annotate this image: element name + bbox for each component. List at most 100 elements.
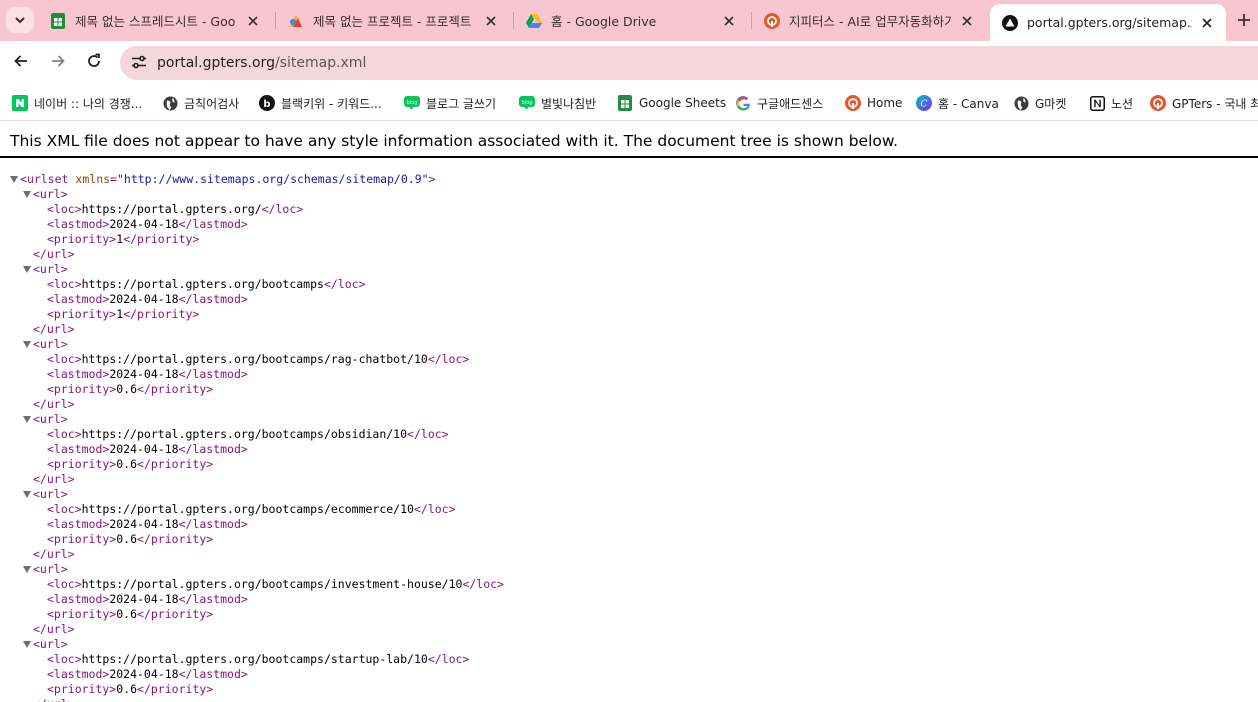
xml-tag: </priority> bbox=[123, 307, 200, 321]
tab-project[interactable]: 제목 없는 프로젝트 - 프로젝트 bbox=[276, 6, 510, 35]
close-icon[interactable] bbox=[482, 12, 500, 30]
xml-style-notice: This XML file does not appear to have an… bbox=[10, 132, 899, 150]
xml-tag: <loc> bbox=[47, 502, 82, 516]
xml-tag: </loc> bbox=[462, 577, 504, 591]
xml-url-entry: <url> <loc>https://portal.gpters.org/boot… bbox=[0, 337, 1258, 412]
tab-gpters[interactable]: 지피터스 - AI로 업무자동화하기 bbox=[752, 6, 986, 35]
xml-url-open: <url> bbox=[0, 187, 1258, 202]
notice-divider bbox=[0, 156, 1258, 158]
tab-title: 제목 없는 프로젝트 - 프로젝트 bbox=[313, 14, 472, 29]
google-sheets-icon bbox=[50, 12, 66, 29]
bookmark-item[interactable]: Google Sheets bbox=[617, 91, 726, 115]
xml-url-close: </url> bbox=[0, 397, 1258, 412]
xml-tag: <loc> bbox=[47, 277, 82, 291]
xml-tag: <lastmod> bbox=[47, 592, 110, 606]
bookmark-item[interactable]: b 블랙키위 - 키워드... bbox=[259, 91, 382, 115]
xml-tag: </lastmod> bbox=[178, 217, 248, 231]
xml-tag: <url> bbox=[33, 262, 68, 276]
bookmark-item[interactable]: Home bbox=[845, 91, 902, 115]
xml-url-close: </url> bbox=[0, 322, 1258, 337]
tab-google-drive[interactable]: 홈 - Google Drive bbox=[514, 6, 748, 35]
bookmark-item[interactable]: C 홈 - Canva bbox=[916, 91, 999, 115]
xml-close-bracket: > bbox=[428, 172, 436, 186]
xml-url-entry: <url> <loc>https://portal.gpters.org/boot… bbox=[0, 412, 1258, 487]
xml-root-open: <urlset xmlns="http://www.sitemaps.org/s… bbox=[0, 172, 1258, 187]
xml-lastmod-line: <lastmod>2024-04-18</lastmod> bbox=[0, 367, 1258, 382]
arrow-right-icon bbox=[50, 53, 66, 73]
url-host: portal.gpters.org bbox=[157, 55, 275, 71]
site-info-button[interactable] bbox=[126, 50, 152, 76]
collapse-triangle-icon[interactable] bbox=[23, 266, 31, 273]
svg-text:blog: blog bbox=[407, 100, 418, 106]
collapse-triangle-icon[interactable] bbox=[23, 341, 31, 348]
bookmark-label: GPTers - 국내 최 bbox=[1172, 96, 1258, 111]
close-icon[interactable] bbox=[244, 12, 262, 30]
svg-text:C: C bbox=[921, 100, 928, 110]
reload-button[interactable] bbox=[79, 48, 109, 78]
collapse-triangle-icon[interactable] bbox=[23, 416, 31, 423]
bookmark-item[interactable]: blog 별빛나침반 bbox=[519, 91, 596, 115]
xml-tag: </priority> bbox=[137, 607, 214, 621]
globe-icon bbox=[162, 95, 178, 111]
bookmark-label: 구글애드센스 bbox=[757, 96, 824, 111]
bookmarks-bar: 네이버 :: 나의 경쟁... 금칙어검사 b 블랙키위 - 키워드... bl… bbox=[0, 85, 1258, 121]
bookmark-item[interactable]: 노션 bbox=[1089, 91, 1133, 115]
bookmark-item[interactable]: 구글애드센스 bbox=[735, 91, 823, 115]
tab-search-button[interactable] bbox=[6, 7, 34, 33]
xml-tag: </priority> bbox=[123, 232, 200, 246]
close-icon[interactable] bbox=[1198, 14, 1216, 32]
collapse-triangle-icon[interactable] bbox=[23, 191, 31, 198]
bookmark-label: Home bbox=[867, 96, 903, 110]
back-button[interactable] bbox=[6, 48, 36, 78]
xml-tag: <loc> bbox=[47, 577, 82, 591]
xml-lastmod-value: 2024-04-18 bbox=[109, 217, 179, 231]
bookmark-item[interactable]: blog 블로그 글쓰기 bbox=[404, 91, 496, 115]
xml-tag: </lastmod> bbox=[178, 667, 248, 681]
xml-tag: <url> bbox=[33, 487, 68, 501]
xml-tag: </lastmod> bbox=[178, 442, 248, 456]
xml-tag: <loc> bbox=[47, 652, 82, 666]
address-bar[interactable]: portal.gpters.org/sitemap.xml bbox=[120, 46, 1258, 80]
xml-lastmod-value: 2024-04-18 bbox=[109, 442, 179, 456]
xml-root-tag: urlset bbox=[26, 172, 69, 186]
collapse-triangle-icon[interactable] bbox=[23, 566, 31, 573]
project-colorful-icon bbox=[288, 13, 304, 29]
xml-loc-value: https://portal.gpters.org/bootcamps/inve… bbox=[81, 577, 463, 591]
xml-priority-value: 0.6 bbox=[116, 382, 138, 396]
browser-toolbar: portal.gpters.org/sitemap.xml bbox=[0, 41, 1258, 85]
google-sheets-icon bbox=[617, 95, 633, 111]
close-icon[interactable] bbox=[720, 12, 738, 30]
xml-tag: </priority> bbox=[137, 532, 214, 546]
xml-tag: <lastmod> bbox=[47, 217, 110, 231]
xml-lastmod-value: 2024-04-18 bbox=[109, 667, 179, 681]
bookmark-label: 별빛나침반 bbox=[541, 96, 597, 111]
xml-url-close: </url> bbox=[0, 697, 1258, 702]
bookmark-item[interactable]: 금칙어검사 bbox=[162, 91, 239, 115]
tab-spreadsheet[interactable]: 제목 없는 스프레드시트 - Goo bbox=[38, 6, 272, 35]
bookmark-label: 노션 bbox=[1111, 96, 1134, 111]
xml-priority-value: 0.6 bbox=[116, 607, 138, 621]
xml-tag: <loc> bbox=[47, 427, 82, 441]
collapse-triangle-icon[interactable] bbox=[10, 176, 18, 183]
xml-loc-line: <loc>https://portal.gpters.org/bootcamps… bbox=[0, 427, 1258, 442]
xml-loc-line: <loc>https://portal.gpters.org/</loc> bbox=[0, 202, 1258, 217]
xml-loc-value: https://portal.gpters.org/bootcamps/rag-… bbox=[81, 352, 428, 366]
close-icon[interactable] bbox=[958, 12, 976, 30]
forward-button[interactable] bbox=[43, 48, 73, 78]
new-tab-button[interactable] bbox=[1232, 9, 1256, 33]
bookmark-item[interactable]: GPTers - 국내 최 bbox=[1150, 91, 1258, 115]
xml-tag: <priority> bbox=[47, 307, 117, 321]
bookmark-item[interactable]: 네이버 :: 나의 경쟁... bbox=[12, 91, 142, 115]
xml-attr-equals: = bbox=[110, 172, 117, 186]
bookmark-item[interactable]: G마켓 bbox=[1013, 91, 1066, 115]
xml-tag: </lastmod> bbox=[178, 592, 248, 606]
xml-attr-name: xmlns bbox=[75, 172, 111, 186]
bookmark-label: 블로그 글쓰기 bbox=[426, 96, 497, 111]
xml-tag: <priority> bbox=[47, 457, 117, 471]
svg-text:b: b bbox=[263, 99, 270, 110]
xml-lastmod-line: <lastmod>2024-04-18</lastmod> bbox=[0, 217, 1258, 232]
collapse-triangle-icon[interactable] bbox=[23, 641, 31, 648]
tab-sitemap[interactable]: portal.gpters.org/sitemap.xml bbox=[990, 4, 1226, 41]
collapse-triangle-icon[interactable] bbox=[23, 491, 31, 498]
bookmark-label: 네이버 :: 나의 경쟁... bbox=[34, 96, 143, 111]
